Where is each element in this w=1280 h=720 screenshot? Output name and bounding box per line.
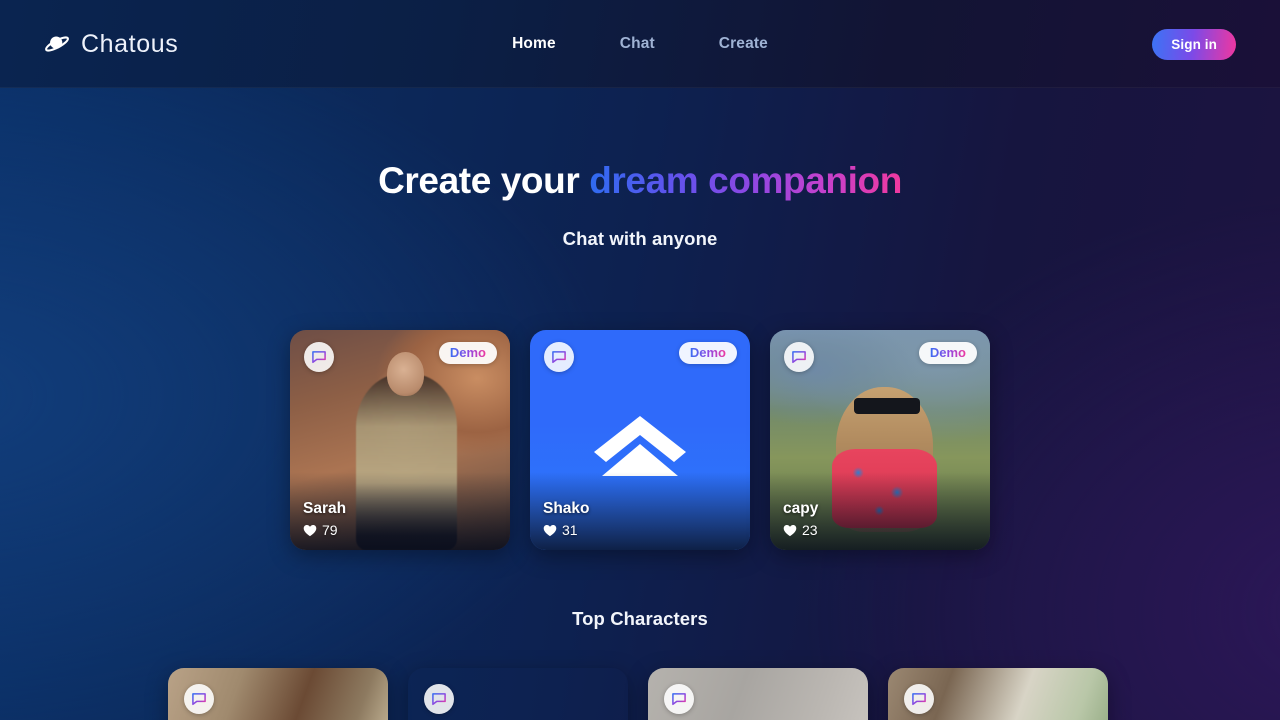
like-count-value: 23	[802, 522, 818, 538]
like-count-value: 79	[322, 522, 338, 538]
top-navigation-bar: Chatous Home Chat Create Sign in	[0, 0, 1280, 88]
nav-item-chat[interactable]: Chat	[620, 35, 655, 53]
card-character-name: Sarah	[303, 500, 347, 518]
demo-badge: Demo	[678, 342, 737, 364]
hero-title-gradient: dream companion	[589, 160, 902, 201]
brand-name: Chatous	[81, 29, 179, 58]
card-character-name: Shako	[543, 500, 590, 518]
top-character-card-3[interactable]	[648, 668, 868, 720]
card-character-name: capy	[783, 500, 819, 518]
card-like-count: 31	[543, 522, 590, 538]
featured-character-row: Demo Sarah 79 Demo Shako 31 Demo capy 23	[0, 330, 1280, 550]
heart-icon	[303, 524, 317, 536]
nav-item-create[interactable]: Create	[719, 35, 768, 53]
brand-logo[interactable]: Chatous	[44, 30, 178, 59]
like-count-value: 31	[562, 522, 578, 538]
hero-subtitle: Chat with anyone	[562, 228, 718, 250]
card-meta: Shako 31	[543, 500, 590, 538]
chat-bubble-icon[interactable]	[424, 684, 454, 714]
character-card-sarah[interactable]: Demo Sarah 79	[290, 330, 510, 550]
chat-bubble-icon[interactable]	[904, 684, 934, 714]
card-meta: capy 23	[783, 500, 818, 538]
main-nav: Home Chat Create	[512, 35, 768, 53]
chevron-logo-icon	[594, 416, 686, 476]
top-characters-row	[168, 668, 1108, 720]
top-character-card-1[interactable]	[168, 668, 388, 720]
chat-bubble-icon[interactable]	[784, 342, 814, 372]
character-card-shako[interactable]: Demo Shako 31	[530, 330, 750, 550]
hero-section: Create your dream companion Chat with an…	[0, 160, 1280, 250]
section-title-top-characters: Top Characters	[572, 608, 708, 629]
character-card-capy[interactable]: Demo capy 23	[770, 330, 990, 550]
sign-in-button[interactable]: Sign in	[1152, 28, 1236, 60]
top-character-card-2[interactable]	[408, 668, 628, 720]
heart-icon	[783, 524, 797, 536]
heart-icon	[543, 524, 557, 536]
hero-title-plain: Create your	[378, 160, 590, 201]
chat-bubble-icon[interactable]	[184, 684, 214, 714]
card-meta: Sarah 79	[303, 500, 346, 538]
page-title: Create your dream companion	[0, 160, 1280, 201]
demo-badge: Demo	[438, 342, 497, 364]
chat-bubble-icon[interactable]	[304, 342, 334, 372]
card-like-count: 79	[303, 522, 346, 538]
top-character-card-4[interactable]	[888, 668, 1108, 720]
demo-badge: Demo	[918, 342, 977, 364]
nav-item-home[interactable]: Home	[512, 35, 556, 53]
chat-bubble-icon[interactable]	[544, 342, 574, 372]
chat-bubble-icon[interactable]	[664, 684, 694, 714]
planet-icon	[44, 31, 70, 57]
card-like-count: 23	[783, 522, 818, 538]
